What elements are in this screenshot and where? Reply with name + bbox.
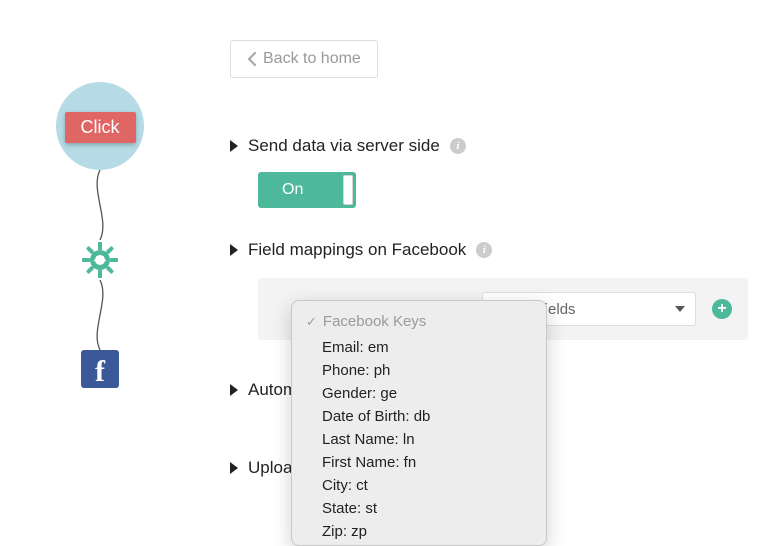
section-title: Autom: [248, 380, 297, 400]
facebook-icon: f: [95, 357, 105, 387]
flow-node-click[interactable]: Click: [56, 82, 144, 170]
toggle-handle: [343, 175, 353, 205]
caret-right-icon: [230, 140, 238, 152]
dropdown-item[interactable]: First Name: fn: [292, 451, 546, 474]
dropdown-item[interactable]: State: st: [292, 497, 546, 520]
section-title: Send data via server side: [248, 136, 440, 156]
check-icon: ✓: [306, 314, 317, 330]
dropdown-item[interactable]: City: ct: [292, 474, 546, 497]
section-field-mappings[interactable]: Field mappings on Facebook i: [230, 240, 748, 260]
flow-graph: Click f: [40, 82, 160, 388]
caret-right-icon: [230, 384, 238, 396]
flow-node-facebook[interactable]: f: [81, 350, 119, 388]
dropdown-item[interactable]: Date of Birth: db: [292, 405, 546, 428]
caret-right-icon: [230, 244, 238, 256]
back-label: Back to home: [263, 50, 361, 68]
connector-line: [99, 280, 101, 350]
dropdown-item[interactable]: Phone: ph: [292, 359, 546, 382]
info-icon[interactable]: i: [476, 242, 492, 258]
toggle-label: On: [282, 181, 303, 199]
facebook-keys-dropdown[interactable]: ✓ Facebook Keys Email: em Phone: ph Gend…: [291, 300, 547, 546]
gear-icon: [80, 240, 120, 280]
section-title: Uploa: [248, 458, 292, 478]
send-data-toggle[interactable]: On: [258, 172, 356, 208]
back-to-home-button[interactable]: Back to home: [230, 40, 378, 78]
dropdown-item[interactable]: Email: em: [292, 336, 546, 359]
add-mapping-button[interactable]: +: [712, 299, 732, 319]
chevron-left-icon: [247, 52, 257, 66]
info-icon[interactable]: i: [450, 138, 466, 154]
flow-node-gear[interactable]: [80, 240, 120, 280]
caret-right-icon: [230, 462, 238, 474]
connector-line: [99, 170, 101, 240]
click-badge: Click: [65, 112, 136, 143]
chevron-down-icon: [675, 306, 685, 312]
dropdown-item[interactable]: Last Name: ln: [292, 428, 546, 451]
section-title: Field mappings on Facebook: [248, 240, 466, 260]
section-send-data[interactable]: Send data via server side i: [230, 136, 748, 156]
plus-icon: +: [717, 301, 726, 317]
dropdown-item[interactable]: Zip: zp: [292, 520, 546, 543]
dropdown-item[interactable]: Gender: ge: [292, 382, 546, 405]
dropdown-header: ✓ Facebook Keys: [292, 309, 546, 336]
dropdown-header-label: Facebook Keys: [323, 313, 426, 330]
